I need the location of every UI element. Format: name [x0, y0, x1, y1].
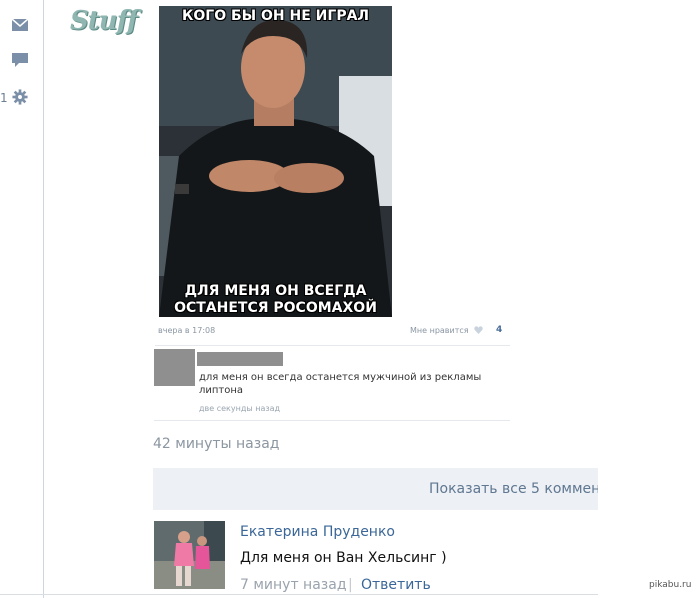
comment-icon[interactable] [11, 52, 29, 68]
show-all-comments-button[interactable]: Показать все 5 комментариев [153, 468, 598, 510]
gear-icon[interactable] [11, 89, 29, 105]
inner-comment-time[interactable]: две секунды назад [199, 404, 280, 413]
logo-text: Stuff [70, 6, 138, 36]
meme-bottom-line-2: ОСТАНЕТСЯ РОСОМАХОЙ [174, 300, 377, 316]
meme-photo [159, 6, 392, 317]
like-label: Мне нравится [410, 326, 469, 335]
avatar-photo [154, 521, 225, 589]
like-count: 4 [496, 325, 503, 335]
mail-icon[interactable] [11, 17, 29, 33]
post-date[interactable]: вчера в 17:08 [158, 326, 215, 335]
meme-bottom-line-1: ДЛЯ МЕНЯ ОН ВСЕГДА [184, 283, 367, 299]
divider [154, 420, 510, 421]
reply-link[interactable]: Ответить [361, 577, 431, 593]
divider [155, 345, 510, 346]
comment-time[interactable]: 7 минут назад [240, 577, 347, 593]
inner-comment-text: для меня он всегда останется мужчиной из… [199, 372, 482, 396]
separator: | [348, 577, 353, 593]
divider [0, 594, 598, 595]
community-logo[interactable]: Stuff [66, 0, 140, 44]
meme-image[interactable]: КОГО БЫ ОН НЕ ИГРАЛ ДЛЯ МЕНЯ ОН ВСЕГДА О… [159, 6, 392, 317]
redacted-avatar [154, 349, 195, 386]
heart-icon [474, 326, 483, 334]
comment-text: Для меня он Ван Хельсинг ) [240, 550, 447, 566]
comment-author[interactable]: Екатерина Пруденко [240, 524, 395, 540]
meme-bottom-caption: ДЛЯ МЕНЯ ОН ВСЕГДА ОСТАНЕТСЯ РОСОМАХОЙ [159, 283, 392, 317]
watermark: pikabu.ru [649, 580, 692, 590]
post-timestamp[interactable]: 42 минуты назад [153, 436, 279, 452]
redacted-name [197, 352, 283, 366]
left-rail: 1 [0, 0, 44, 598]
show-all-label: Показать все 5 комментариев [429, 481, 598, 497]
avatar[interactable] [154, 521, 225, 589]
like-button[interactable]: Мне нравится [410, 326, 483, 335]
meme-top-caption: КОГО БЫ ОН НЕ ИГРАЛ [181, 8, 370, 24]
rail-counter: 1 [0, 91, 8, 105]
